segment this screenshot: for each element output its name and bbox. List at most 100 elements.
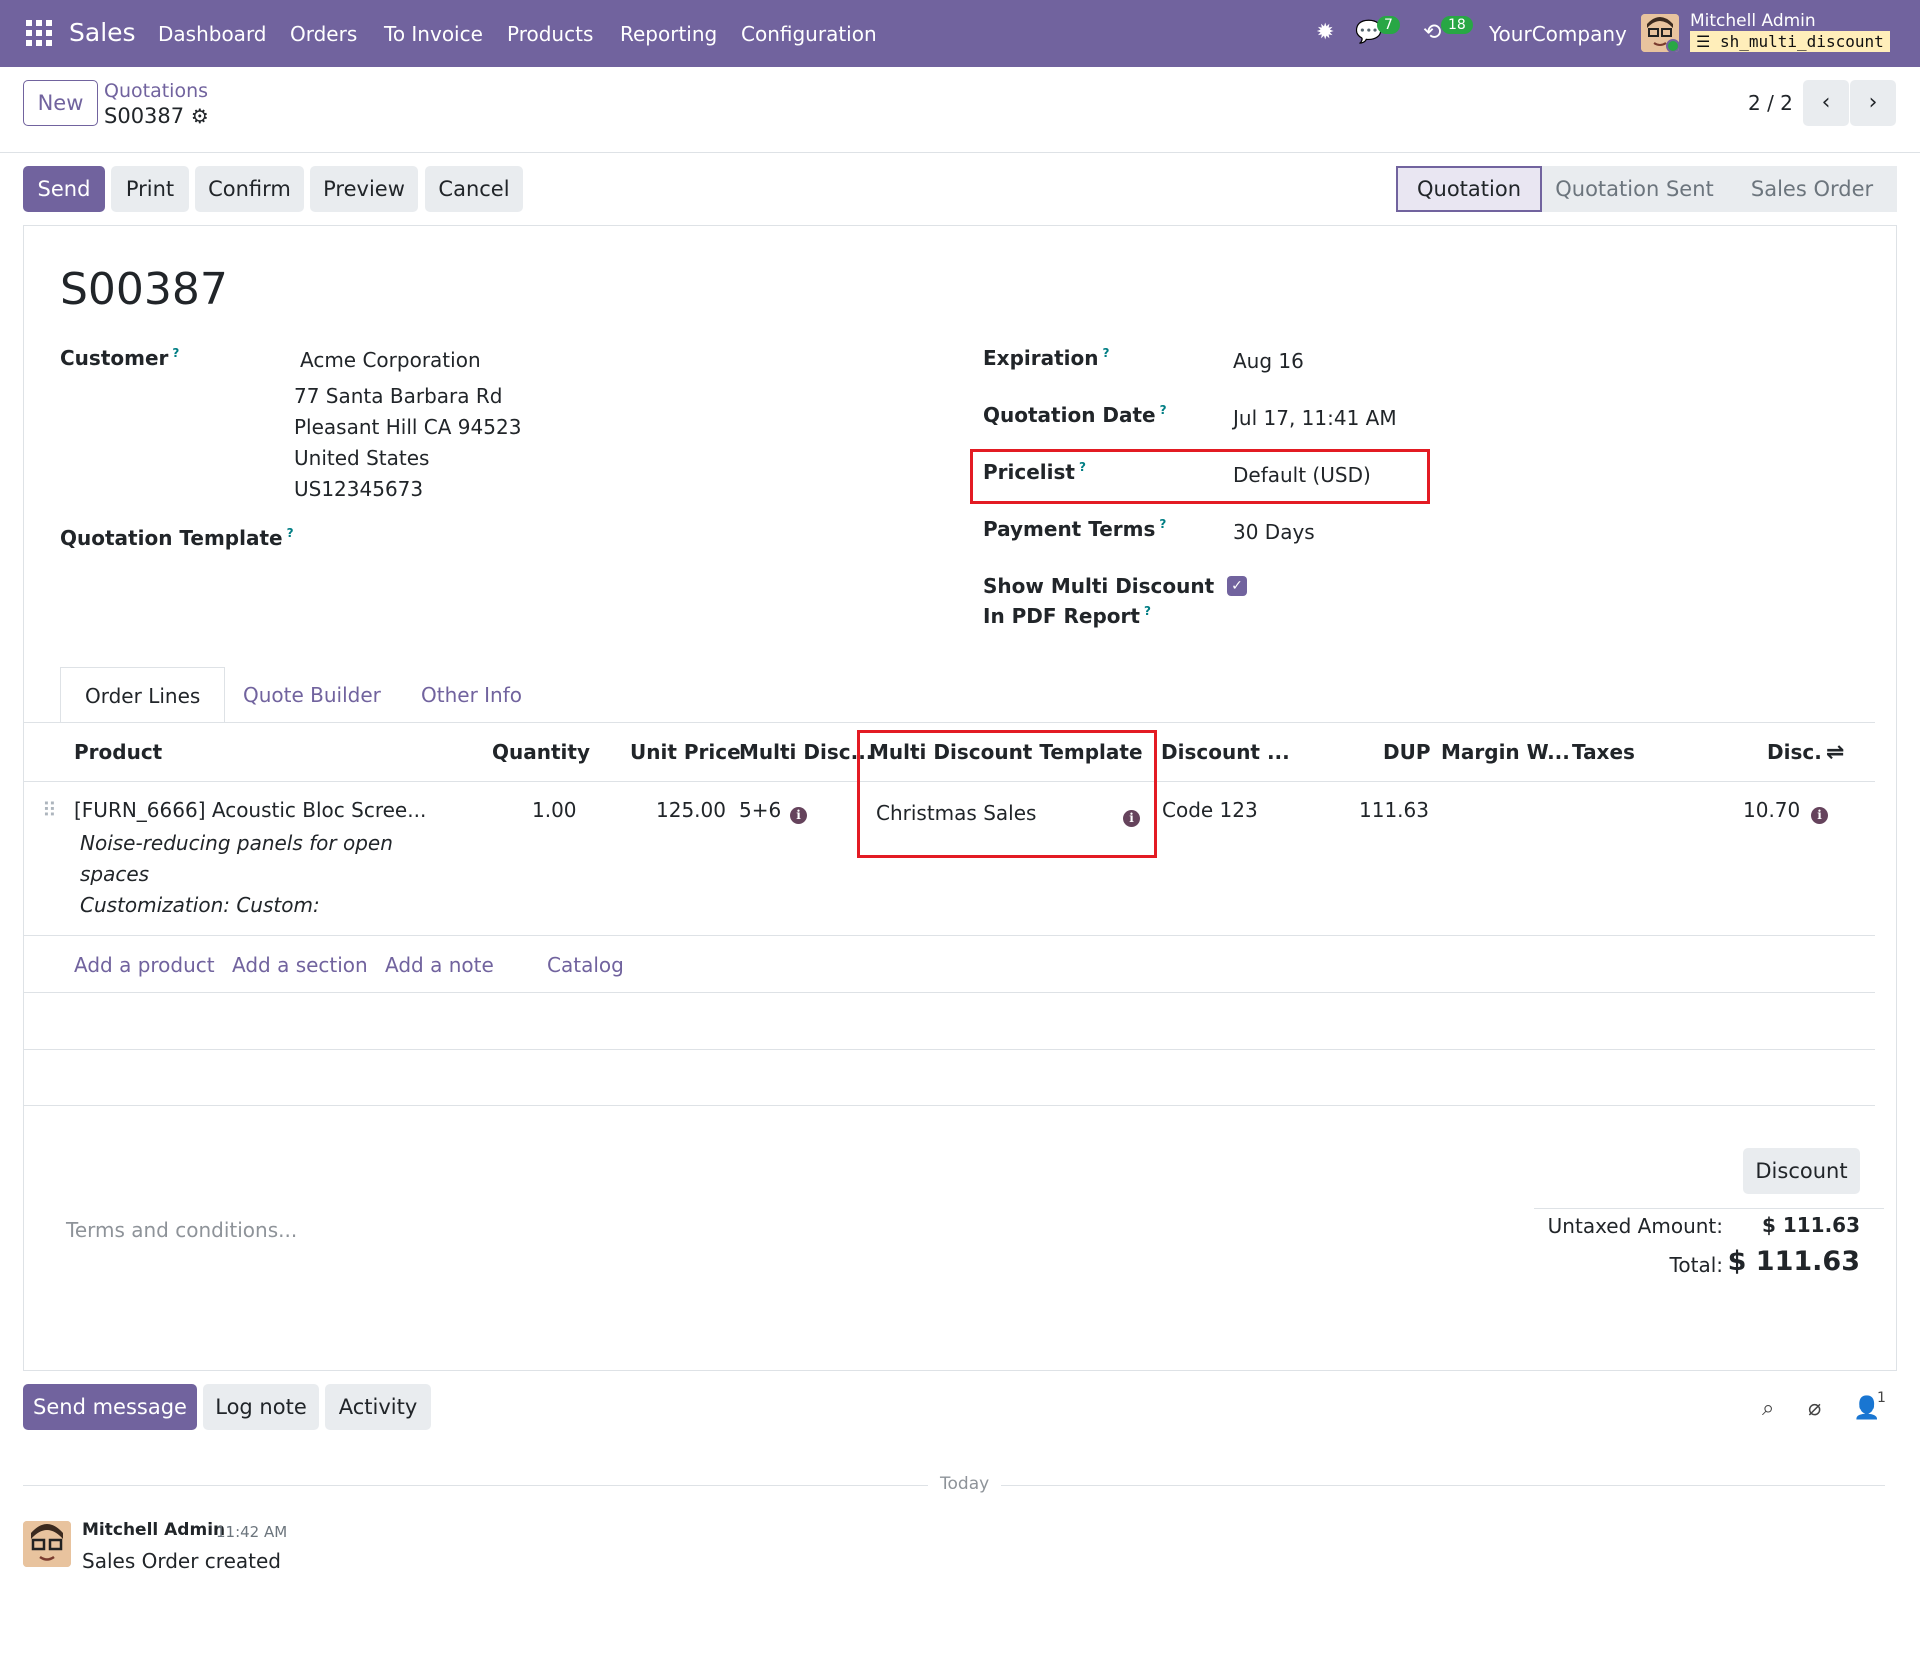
col-header-taxes[interactable]: Taxes [1572,740,1635,764]
help-icon[interactable]: ? [172,346,179,360]
col-header-unit-price[interactable]: Unit Price [630,740,741,764]
line-product[interactable]: [FURN_6666] Acoustic Bloc Scree... [74,798,426,822]
breadcrumb-quotations[interactable]: Quotations [104,80,208,102]
tab-other-info[interactable]: Other Info [397,667,546,723]
gear-icon[interactable]: ⚙ [191,104,209,128]
expiration-field[interactable]: Aug 16 [1233,349,1304,373]
messages-badge: 7 [1377,16,1400,34]
stage-sales-order[interactable]: Sales Order [1727,166,1897,212]
line-description[interactable]: Noise-reducing panels for open [80,831,393,855]
col-header-discount-code[interactable]: Discount ... [1161,740,1290,764]
col-header-disc[interactable]: Disc. [1767,740,1822,764]
add-product-link[interactable]: Add a product [74,953,215,977]
app-grid-icon[interactable] [26,20,52,46]
quotation-template-label-text: Quotation Template [60,526,283,550]
catalog-link[interactable]: Catalog [547,953,624,977]
line-discount[interactable]: 10.70 [1743,798,1800,822]
discount-button[interactable]: Discount [1743,1148,1860,1194]
total-label: Total: [1669,1253,1723,1277]
help-icon[interactable]: ? [1079,460,1086,474]
col-header-product[interactable]: Product [74,740,162,764]
company-switcher[interactable]: YourCompany [1489,22,1627,46]
help-icon[interactable]: ? [1160,403,1167,417]
col-header-dup[interactable]: DUP [1383,740,1431,764]
pager-next-button[interactable]: › [1850,80,1896,126]
multi-disc-info-icon[interactable]: i [790,800,807,824]
payment-terms-field[interactable]: 30 Days [1233,520,1315,544]
customer-address-line: 77 Santa Barbara Rd [294,384,503,408]
activity-button[interactable]: Activity [325,1384,431,1430]
confirm-button[interactable]: Confirm [195,166,304,212]
user-avatar[interactable] [1641,14,1679,52]
help-icon[interactable]: ? [1103,346,1110,360]
cancel-button[interactable]: Cancel [425,166,523,212]
row-divider [23,935,1875,936]
customer-name[interactable]: Acme Corporation [300,348,481,372]
discount-info-icon[interactable]: i [1811,800,1828,824]
preview-button[interactable]: Preview [310,166,418,212]
help-icon[interactable]: ? [287,526,294,540]
terms-input[interactable]: Terms and conditions... [66,1218,297,1242]
show-multi-discount-label: Show Multi Discount [983,574,1215,598]
drag-handle-icon[interactable]: ⠿ [42,798,57,822]
pricelist-field[interactable]: Default (USD) [1233,463,1371,487]
quotation-date-field[interactable]: Jul 17, 11:41 AM [1233,406,1397,430]
line-unit-price[interactable]: 125.00 [656,798,726,822]
col-header-quantity[interactable]: Quantity [492,740,590,764]
message-author-avatar[interactable] [23,1521,71,1567]
line-quantity[interactable]: 1.00 [532,798,577,822]
menu-orders[interactable]: Orders [290,22,357,46]
user-name[interactable]: Mitchell Admin [1690,11,1816,31]
payment-terms-label: Payment Terms? [983,517,1166,541]
menu-products[interactable]: Products [507,22,593,46]
activities-clock-icon[interactable]: ⟲ [1423,20,1441,45]
line-description[interactable]: spaces [80,862,149,886]
activities-badge: 18 [1441,16,1473,34]
help-icon[interactable]: ? [1159,517,1166,531]
attachment-paperclip-icon[interactable]: ⌀ [1808,1396,1821,1421]
line-multi-discount-template[interactable]: Christmas Sales [876,801,1036,825]
highlight-template-column-box [857,730,1157,858]
database-icon: ☰ [1696,32,1720,51]
template-info-icon[interactable]: i [1123,803,1140,827]
debug-bug-icon[interactable]: ✹ [1316,20,1334,45]
line-multi-discount[interactable]: 5+6 [739,798,781,822]
tab-quote-builder[interactable]: Quote Builder [219,667,405,723]
menu-dashboard[interactable]: Dashboard [158,22,267,46]
search-icon[interactable]: ⌕ [1762,1396,1774,1421]
log-note-button[interactable]: Log note [203,1384,319,1430]
show-multi-discount-checkbox[interactable]: ✓ [1227,576,1247,596]
line-description[interactable]: Customization: Custom: [80,893,320,917]
menu-to-invoice[interactable]: To Invoice [384,22,483,46]
add-section-link[interactable]: Add a section [232,953,368,977]
pager-value[interactable]: 2 / 2 [1748,91,1793,115]
new-button[interactable]: New [23,80,98,126]
print-button[interactable]: Print [111,166,189,212]
menu-configuration[interactable]: Configuration [741,22,877,46]
send-button[interactable]: Send [23,166,105,212]
expiration-label-text: Expiration [983,346,1099,370]
line-dup[interactable]: 111.63 [1359,798,1429,822]
pager-previous-button[interactable]: ‹ [1803,80,1849,126]
untaxed-amount-value: $ 111.63 [1761,1213,1860,1237]
stage-quotation-sent[interactable]: Quotation Sent [1542,166,1727,212]
line-discount-code[interactable]: Code 123 [1162,798,1258,822]
optional-columns-toggle-icon[interactable]: ⇌ [1826,740,1844,765]
col-header-margin[interactable]: Margin W... [1441,740,1570,764]
col-header-multi-disc[interactable]: Multi Disc... [739,740,873,764]
stage-quotation[interactable]: Quotation [1396,166,1542,212]
totals-divider [1534,1208,1884,1209]
app-name[interactable]: Sales [69,18,136,47]
show-multi-discount-label-text: In PDF Report [983,604,1140,628]
control-divider [0,152,1920,153]
row-divider [23,992,1875,993]
database-label: sh_multi_discount [1719,32,1884,51]
message-author[interactable]: Mitchell Admin [82,1520,225,1540]
add-note-link[interactable]: Add a note [385,953,494,977]
menu-reporting[interactable]: Reporting [620,22,717,46]
help-icon[interactable]: ? [1144,604,1151,618]
tab-order-lines[interactable]: Order Lines [60,667,226,723]
send-message-button[interactable]: Send message [23,1384,197,1430]
row-divider [23,1049,1875,1050]
quotation-date-label: Quotation Date? [983,403,1167,427]
